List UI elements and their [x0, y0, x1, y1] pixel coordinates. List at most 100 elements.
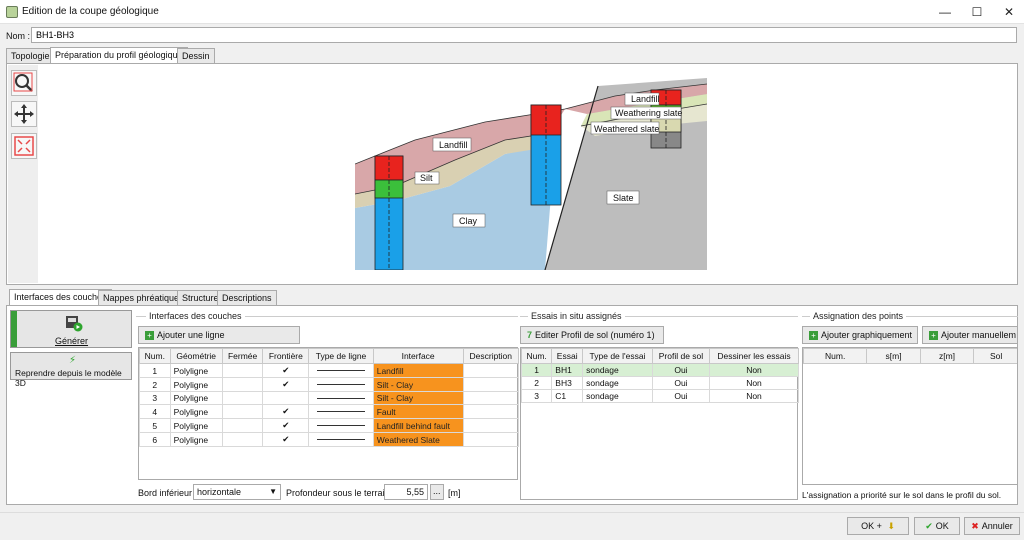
- table-cell[interactable]: Non: [708, 376, 800, 390]
- essais-header-cell[interactable]: Essai: [551, 348, 584, 364]
- table-cell[interactable]: [221, 377, 264, 392]
- table-row[interactable]: 2 BH3 sondage Oui Non: [520, 376, 800, 390]
- table-cell[interactable]: [308, 391, 374, 405]
- table-cell[interactable]: 2: [139, 377, 171, 392]
- table-cell[interactable]: 5: [139, 418, 171, 433]
- ok-button[interactable]: ✔ OK: [914, 517, 960, 535]
- table-cell[interactable]: [462, 418, 520, 433]
- edit-profile-button[interactable]: 7 Editer Profil de sol (numéro 1): [520, 326, 664, 344]
- table-cell[interactable]: [462, 391, 520, 405]
- table-cell[interactable]: Silt - Clay: [372, 391, 464, 405]
- close-icon[interactable]: ✕: [994, 2, 1024, 22]
- interfaces-header-cell[interactable]: Description: [462, 348, 520, 364]
- table-cell[interactable]: BH3: [551, 376, 584, 390]
- table-cell[interactable]: [221, 432, 264, 447]
- table-row[interactable]: 1 Polyligne ✔ Landfill: [139, 363, 520, 378]
- table-cell[interactable]: Non: [708, 363, 800, 377]
- geological-section[interactable]: Landfill Silt Clay Slate Landfill Weathe…: [355, 76, 707, 270]
- table-row[interactable]: 3 C1 sondage Oui Non: [520, 389, 800, 403]
- table-cell[interactable]: Oui: [651, 363, 710, 377]
- table-cell[interactable]: sondage: [582, 363, 653, 377]
- interfaces-header-cell[interactable]: Fermée: [221, 348, 264, 364]
- table-cell[interactable]: ✔: [262, 418, 310, 433]
- table-cell[interactable]: sondage: [582, 376, 653, 390]
- tab-interfaces[interactable]: Interfaces des couches: [9, 289, 112, 305]
- table-cell[interactable]: Landfill behind fault: [372, 418, 464, 433]
- rebuild-3d-button[interactable]: ⚡ Reprendre depuis le modèle 3D: [10, 352, 132, 388]
- interfaces-header-cell[interactable]: Num.: [139, 348, 171, 364]
- table-cell[interactable]: 6: [139, 432, 171, 447]
- table-cell[interactable]: [462, 432, 520, 447]
- interfaces-header-cell[interactable]: Frontière: [262, 348, 310, 364]
- table-cell[interactable]: Polyligne: [169, 377, 223, 392]
- table-cell[interactable]: 3: [139, 391, 171, 405]
- zoom-button[interactable]: [11, 70, 37, 96]
- table-cell[interactable]: Polyligne: [169, 418, 223, 433]
- cancel-button[interactable]: ✖ Annuler: [964, 517, 1020, 535]
- table-cell[interactable]: Weathered Slate: [372, 432, 464, 447]
- essais-header-cell[interactable]: Type de l'essai: [582, 348, 653, 364]
- essais-header-cell[interactable]: Num.: [520, 348, 553, 364]
- table-cell[interactable]: Polyligne: [169, 363, 223, 378]
- name-input[interactable]: [31, 27, 1017, 43]
- table-row[interactable]: 5 Polyligne ✔ Landfill behind fault: [139, 418, 520, 433]
- table-row[interactable]: 1 BH1 sondage Oui Non: [520, 363, 800, 377]
- tab-topologie[interactable]: Topologie: [6, 48, 55, 63]
- table-cell[interactable]: Landfill: [372, 363, 464, 378]
- table-row[interactable]: 4 Polyligne ✔ Fault: [139, 404, 520, 419]
- table-cell[interactable]: Non: [708, 389, 800, 403]
- table-cell[interactable]: ✔: [262, 432, 310, 447]
- add-manually-button[interactable]: + Ajouter manuellem: [922, 326, 1018, 344]
- table-cell[interactable]: 3: [520, 389, 553, 403]
- table-cell[interactable]: Polyligne: [169, 432, 223, 447]
- table-cell[interactable]: [308, 432, 374, 447]
- table-row[interactable]: 2 Polyligne ✔ Silt - Clay: [139, 377, 520, 392]
- profondeur-input[interactable]: 5,55: [384, 484, 428, 500]
- table-cell[interactable]: Polyligne: [169, 404, 223, 419]
- table-cell[interactable]: 1: [139, 363, 171, 378]
- points-header-cell[interactable]: z[m]: [919, 348, 975, 364]
- table-cell[interactable]: Fault: [372, 404, 464, 419]
- table-cell[interactable]: Polyligne: [169, 391, 223, 405]
- table-cell[interactable]: Oui: [651, 376, 710, 390]
- tab-preparation[interactable]: Préparation du profil géologique: [50, 47, 188, 63]
- table-cell[interactable]: 4: [139, 404, 171, 419]
- generate-button[interactable]: Générer: [10, 310, 132, 348]
- add-graphically-button[interactable]: + Ajouter graphiquement: [802, 326, 918, 344]
- table-cell[interactable]: [462, 404, 520, 419]
- add-line-button[interactable]: + Ajouter une ligne: [138, 326, 300, 344]
- fit-button[interactable]: [11, 133, 37, 159]
- points-header-cell[interactable]: Num.: [803, 348, 868, 364]
- table-cell[interactable]: [221, 391, 264, 405]
- table-cell[interactable]: [221, 363, 264, 378]
- table-cell[interactable]: [262, 391, 310, 405]
- table-cell[interactable]: [462, 363, 520, 378]
- pan-button[interactable]: [11, 101, 37, 127]
- table-cell[interactable]: [308, 418, 374, 433]
- table-cell[interactable]: Silt - Clay: [372, 377, 464, 392]
- interfaces-header-cell[interactable]: Géométrie: [169, 348, 223, 364]
- profondeur-dots-button[interactable]: ...: [430, 484, 444, 500]
- points-header-cell[interactable]: s[m]: [866, 348, 921, 364]
- table-cell[interactable]: ✔: [262, 404, 310, 419]
- interfaces-header-cell[interactable]: Interface: [372, 348, 464, 364]
- interfaces-header-cell[interactable]: Type de ligne: [308, 348, 374, 364]
- ok-plus-button[interactable]: OK + ⬇: [847, 517, 909, 535]
- table-cell[interactable]: C1: [551, 389, 584, 403]
- tab-descriptions[interactable]: Descriptions: [217, 290, 277, 305]
- table-cell[interactable]: [221, 404, 264, 419]
- table-cell[interactable]: [308, 404, 374, 419]
- table-cell[interactable]: ✔: [262, 363, 310, 378]
- table-cell[interactable]: [308, 377, 374, 392]
- tab-nappes[interactable]: Nappes phréatiques: [98, 290, 189, 305]
- tab-dessin[interactable]: Dessin: [177, 48, 215, 63]
- table-cell[interactable]: [308, 363, 374, 378]
- table-cell[interactable]: 2: [520, 376, 553, 390]
- table-cell[interactable]: ✔: [262, 377, 310, 392]
- maximize-icon[interactable]: ☐: [962, 2, 992, 22]
- bord-select[interactable]: horizontale ▼: [193, 484, 281, 500]
- table-cell[interactable]: Oui: [651, 389, 710, 403]
- points-header-cell[interactable]: Sol: [973, 348, 1017, 364]
- table-cell[interactable]: [221, 418, 264, 433]
- table-cell[interactable]: [462, 377, 520, 392]
